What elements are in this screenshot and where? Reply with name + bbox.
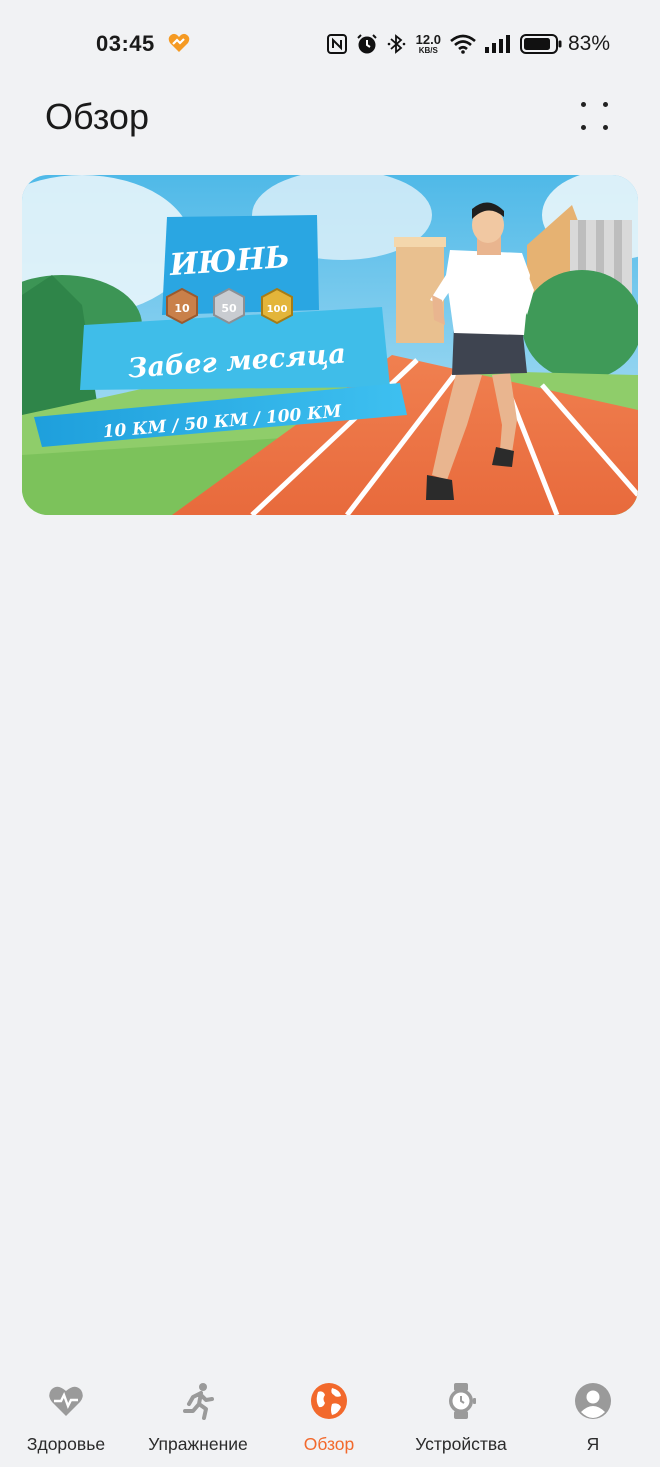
nav-label: Я	[586, 1434, 600, 1454]
battery-icon	[519, 34, 562, 54]
silver-medal-icon: 50	[213, 287, 245, 325]
health-app-notification-icon	[168, 33, 190, 52]
wifi-icon	[450, 34, 476, 54]
globe-icon	[311, 1383, 347, 1419]
nav-label: Устройства	[415, 1434, 507, 1454]
nav-item-health[interactable]: Здоровье	[1, 1378, 131, 1458]
profile-icon	[575, 1383, 611, 1419]
watch-icon	[449, 1383, 476, 1419]
monthly-run-banner[interactable]: ИЮНЬ 10 50 100 Забег месяца 10 КМ / 50 К…	[22, 175, 638, 515]
nav-item-me[interactable]: Я	[528, 1378, 658, 1458]
status-bar: 03:45 12.0 KB/S 83%	[0, 0, 660, 88]
banner-illustration: ИЮНЬ 10 50 100 Забег месяца 10 КМ / 50 К…	[22, 175, 638, 515]
page-title: Обзор	[45, 96, 149, 137]
svg-text:50: 50	[221, 302, 237, 315]
network-speed: 12.0 KB/S	[415, 32, 441, 55]
svg-text:10: 10	[174, 302, 190, 315]
more-options-button[interactable]	[570, 96, 618, 138]
bluetooth-icon	[387, 34, 405, 54]
battery-percent: 83%	[567, 32, 610, 55]
nav-label: Упражнение	[148, 1434, 248, 1454]
alarm-icon	[356, 34, 377, 54]
bronze-medal-icon: 10	[166, 287, 198, 325]
gold-medal-icon: 100	[261, 287, 293, 325]
heart-pulse-icon	[49, 1386, 83, 1416]
bottom-navigation: Здоровье Упражнение Обзор Устройства Я	[0, 1370, 660, 1467]
svg-text:100: 100	[267, 304, 288, 315]
nav-item-exercise[interactable]: Упражнение	[133, 1378, 263, 1458]
nfc-icon	[326, 34, 347, 54]
nav-label: Обзор	[303, 1434, 355, 1454]
nav-label: Здоровье	[26, 1434, 106, 1454]
status-time: 03:45	[96, 31, 155, 56]
nav-item-overview[interactable]: Обзор	[264, 1378, 394, 1458]
running-person-icon	[183, 1383, 214, 1420]
cellular-signal-icon	[484, 35, 510, 53]
nav-item-devices[interactable]: Устройства	[396, 1378, 526, 1458]
status-icons: 12.0 KB/S 83%	[326, 30, 610, 58]
